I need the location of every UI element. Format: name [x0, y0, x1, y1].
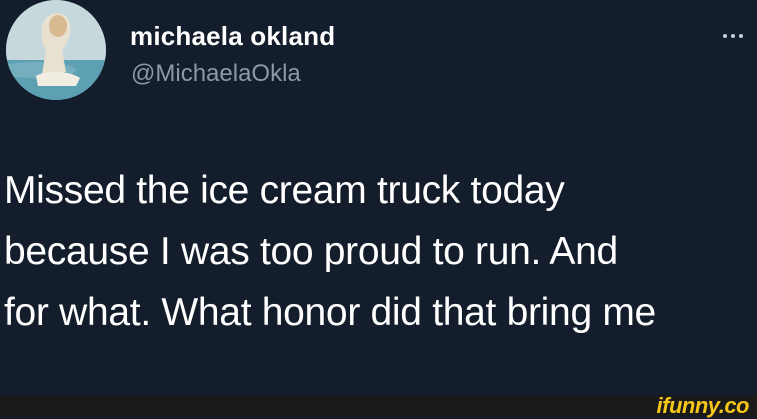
watermark-bar: ifunny.co	[0, 393, 757, 418]
ellipsis-icon	[731, 34, 735, 38]
profile-photo	[6, 0, 106, 100]
avatar[interactable]	[6, 0, 106, 100]
more-options-button[interactable]	[715, 22, 751, 50]
ellipsis-icon	[739, 34, 743, 38]
tweet-text-line: Missed the ice cream truck today	[4, 169, 565, 212]
tweet-text: Missed the ice cream truck today because…	[4, 160, 756, 343]
user-handle[interactable]: @MichaelaOkla	[131, 60, 301, 88]
ellipsis-icon	[723, 34, 727, 38]
display-name[interactable]: michaela okland	[130, 21, 335, 52]
tweet-text-line: for what. What honor did that bring me	[4, 291, 656, 334]
ifunny-watermark: ifunny.co	[656, 393, 750, 418]
tweet-text-line: because I was too proud to run. And	[4, 230, 618, 273]
